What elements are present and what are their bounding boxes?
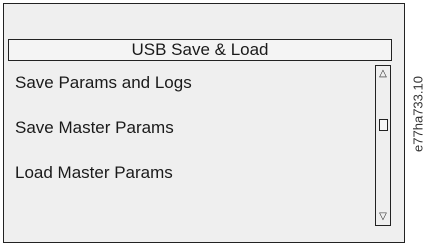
screen-title: USB Save & Load <box>8 39 392 61</box>
menu-item-load-master-params[interactable]: Load Master Params <box>15 163 173 183</box>
menu-item-save-params-and-logs[interactable]: Save Params and Logs <box>15 73 192 93</box>
figure-code-text: e77ha733.10 <box>410 76 426 152</box>
scrollbar-thumb[interactable] <box>379 119 388 131</box>
menu-item-save-master-params[interactable]: Save Master Params <box>15 118 174 138</box>
triangle-up-icon[interactable]: △ <box>376 68 390 80</box>
vertical-scrollbar[interactable]: △ ▽ <box>375 65 391 226</box>
lcp-display-panel: USB Save & Load Save Params and Logs Sav… <box>3 3 405 243</box>
triangle-down-icon[interactable]: ▽ <box>376 211 390 223</box>
